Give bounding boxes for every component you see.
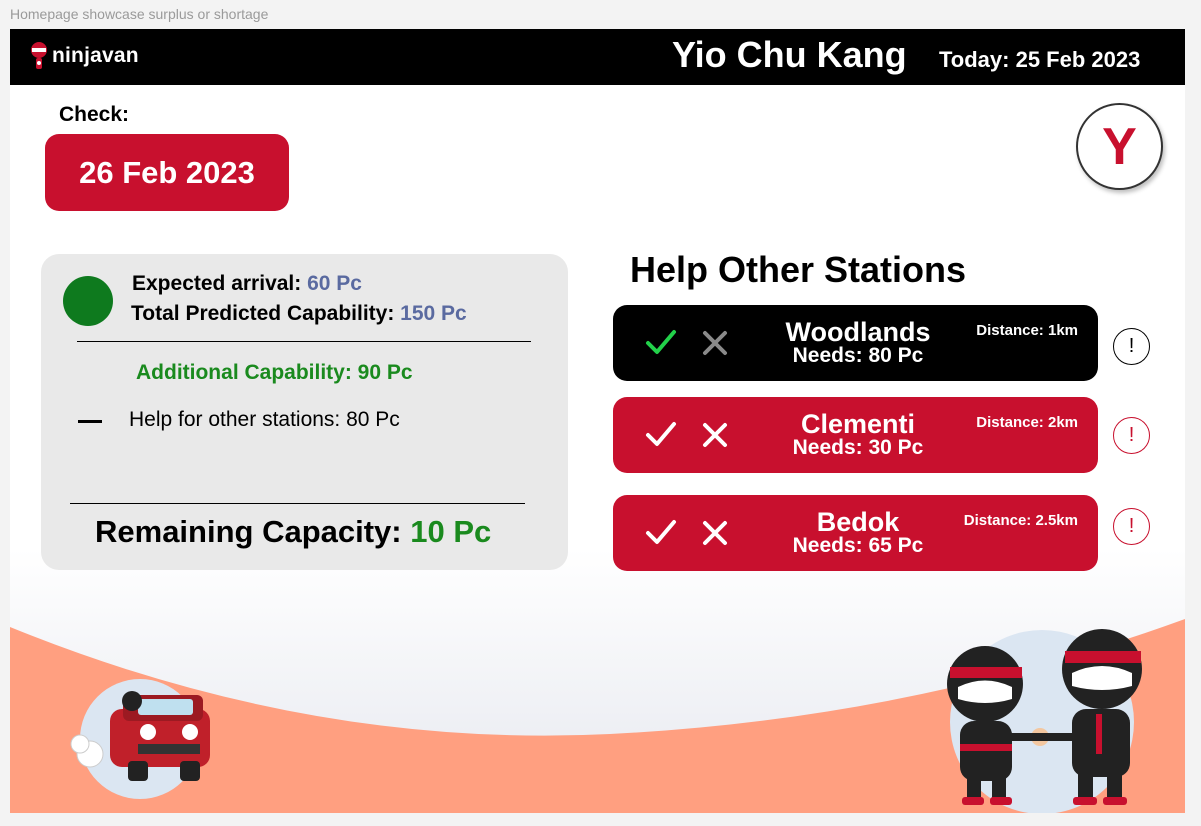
- station-card-clementi: Clementi Needs: 30 Pc Distance: 2km: [613, 397, 1098, 473]
- expected-arrival-value: 60 Pc: [307, 272, 362, 295]
- help-stations-title: Help Other Stations: [630, 249, 967, 290]
- ninjas-handshake-illustration: [947, 629, 1142, 813]
- cross-icon: [703, 331, 727, 355]
- total-capability-value: 150 Pc: [400, 302, 467, 325]
- divider: [70, 503, 525, 504]
- ninja-logo-icon: [31, 42, 47, 69]
- station-needs: Needs: 80 Pc: [792, 344, 924, 367]
- station-distance: Distance: 1km: [976, 322, 1078, 339]
- info-alert-button[interactable]: !: [1113, 508, 1150, 545]
- remaining-capacity-value: 10 Pc: [410, 514, 492, 549]
- expected-arrival-label: Expected arrival:: [132, 272, 308, 295]
- checkmark-icon: [646, 330, 676, 354]
- accept-button[interactable]: [641, 513, 681, 553]
- reject-button[interactable]: [695, 415, 735, 455]
- divider: [77, 341, 531, 342]
- station-distance: Distance: 2.5km: [963, 512, 1078, 529]
- exclamation-icon: !: [1128, 515, 1135, 537]
- cross-icon: [703, 423, 727, 447]
- frame-title: Homepage showcase surplus or shortage: [10, 6, 269, 22]
- status-indicator: [63, 276, 113, 326]
- check-date-button[interactable]: 26 Feb 2023: [45, 134, 289, 211]
- reject-button[interactable]: [695, 323, 735, 363]
- total-predicted-capability: Total Predicted Capability: 150 Pc: [131, 302, 467, 326]
- station-needs: Needs: 30 Pc: [792, 436, 924, 459]
- info-alert-button[interactable]: !: [1113, 417, 1150, 454]
- station-distance: Distance: 2km: [976, 414, 1078, 431]
- help-other-stations-total: Help for other stations: 80 Pc: [129, 408, 400, 431]
- homepage-frame: ninjavan Yio Chu Kang Today: 25 Feb 2023…: [10, 29, 1185, 813]
- today-date: Today: 25 Feb 2023: [939, 47, 1141, 72]
- ninjavan-logo[interactable]: ninjavan: [30, 41, 139, 71]
- check-label: Check:: [59, 103, 130, 126]
- cross-icon: [703, 521, 727, 545]
- exclamation-icon: !: [1128, 424, 1135, 446]
- reject-button[interactable]: [695, 513, 735, 553]
- remaining-capacity: Remaining Capacity: 10 Pc: [95, 514, 491, 550]
- exclamation-icon: !: [1128, 335, 1135, 357]
- footer-illustration: [10, 549, 1185, 813]
- accept-button[interactable]: [641, 323, 681, 363]
- checkmark-icon: [646, 422, 676, 446]
- avatar[interactable]: Y: [1076, 103, 1163, 190]
- station-card-bedok: Bedok Needs: 65 Pc Distance: 2.5km: [613, 495, 1098, 571]
- station-name: Yio Chu Kang: [672, 34, 907, 75]
- minus-icon: [78, 420, 102, 423]
- station-card-woodlands: Woodlands Needs: 80 Pc Distance: 1km: [613, 305, 1098, 381]
- remaining-capacity-label: Remaining Capacity:: [95, 514, 411, 549]
- checkmark-icon: [646, 520, 676, 544]
- info-alert-button[interactable]: !: [1113, 328, 1150, 365]
- station-needs: Needs: 65 Pc: [792, 534, 924, 557]
- logo-text: ninjavan: [52, 44, 139, 67]
- accept-button[interactable]: [641, 415, 681, 455]
- additional-capability: Additional Capability: 90 Pc: [136, 361, 413, 384]
- expected-arrival: Expected arrival: 60 Pc: [132, 272, 362, 296]
- header-bar: ninjavan Yio Chu Kang Today: 25 Feb 2023: [10, 29, 1185, 85]
- total-capability-label: Total Predicted Capability:: [131, 302, 401, 325]
- capacity-summary-card: Expected arrival: 60 Pc Total Predicted …: [41, 254, 568, 570]
